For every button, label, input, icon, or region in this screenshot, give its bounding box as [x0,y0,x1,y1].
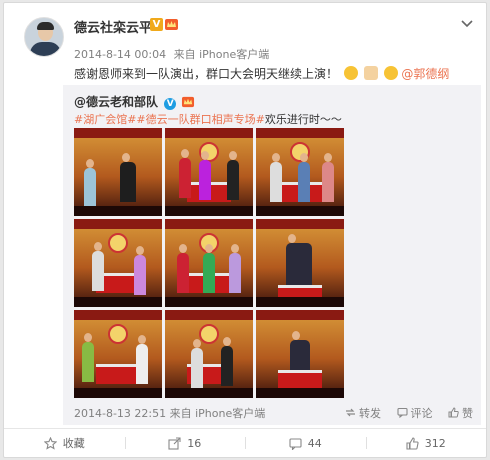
repost-text: #湖广会馆##德云一队群口相声专场#欢乐进行时～～ [74,111,342,127]
repost-time[interactable]: 2014-8-13 22:51 [74,407,166,420]
repost-author-name[interactable]: @德云老和部队 [74,95,158,109]
photo-thumbnail[interactable] [256,128,344,216]
repost-like-label: 赞 [462,407,473,420]
comment-button[interactable]: 44 [245,429,366,457]
verified-badge-icon: V [150,18,163,31]
repost-text-tail: 欢乐进行时～～ [264,113,342,126]
like-count: 312 [424,436,446,450]
post-text: 感谢恩师来到一队演出，群口大会明天继续上演！ @郭德纲 [74,65,449,82]
smile-emoji-icon [383,66,398,80]
repost-count: 16 [187,436,202,450]
photo-thumbnail[interactable] [74,219,162,307]
reposted-content: @德云老和部队 V #湖广会馆##德云一队群口相声专场#欢乐进行时～～ 2014… [63,85,481,425]
repost-comment-label: 评论 [410,407,433,420]
post-body: 感谢恩师来到一队演出，群口大会明天继续上演！ [74,67,339,81]
favorite-button[interactable]: 收藏 [4,429,125,457]
weibo-post-card: 德云社栾云平 V 2014-8-14 00:04 来自 iPhone客户端 感谢… [3,2,487,458]
post-meta: 2014-8-14 00:04 来自 iPhone客户端 [74,46,269,62]
photo-thumbnail[interactable] [165,310,253,398]
chevron-down-icon[interactable] [460,19,474,29]
repost-forward-label: 转发 [359,407,381,420]
photo-thumbnail[interactable] [74,310,162,398]
topic-tags[interactable]: #湖广会馆##德云一队群口相声专场# [74,113,265,126]
repost-actions: 转发 评论 赞 [333,405,473,421]
repost-comment-button[interactable]: 评论 [396,405,433,421]
like-icon [406,436,419,450]
laugh-emoji-icon [343,66,358,80]
like-icon [448,407,459,418]
repost-source: 来自 iPhone客户端 [169,407,266,420]
post-source: 来自 iPhone客户端 [173,48,270,61]
photo-thumbnail[interactable] [165,219,253,307]
photo-thumbnail[interactable] [165,128,253,216]
favorite-star-icon [43,436,57,450]
comment-icon [396,407,408,418]
author-avatar[interactable] [24,17,64,57]
post-action-bar: 收藏 16 44 312 [4,429,486,457]
repost-icon [346,408,355,417]
photo-thumbnail[interactable] [74,128,162,216]
vip-crown-icon [165,19,178,30]
mention-link[interactable]: @郭德纲 [401,67,449,81]
repost-button[interactable]: 16 [125,429,246,457]
repost-icon [168,436,181,450]
comment-count: 44 [307,436,322,450]
post-time[interactable]: 2014-8-14 00:04 [74,48,166,61]
author-name[interactable]: 德云社栾云平 [74,17,152,36]
repost-forward-button[interactable]: 转发 [345,405,381,421]
photo-grid [74,128,344,398]
like-button[interactable]: 312 [366,429,487,457]
comment-icon [289,437,302,450]
victory-hand-emoji-icon [363,66,378,80]
verified-blue-icon: V [164,98,177,110]
photo-thumbnail[interactable] [256,219,344,307]
repost-like-button[interactable]: 赞 [448,405,473,421]
photo-thumbnail[interactable] [256,310,344,398]
vip-crown-icon [182,96,195,108]
repost-author: @德云老和部队 V [74,93,195,110]
favorite-label: 收藏 [62,437,85,450]
repost-meta: 2014-8-13 22:51 来自 iPhone客户端 [74,405,265,421]
